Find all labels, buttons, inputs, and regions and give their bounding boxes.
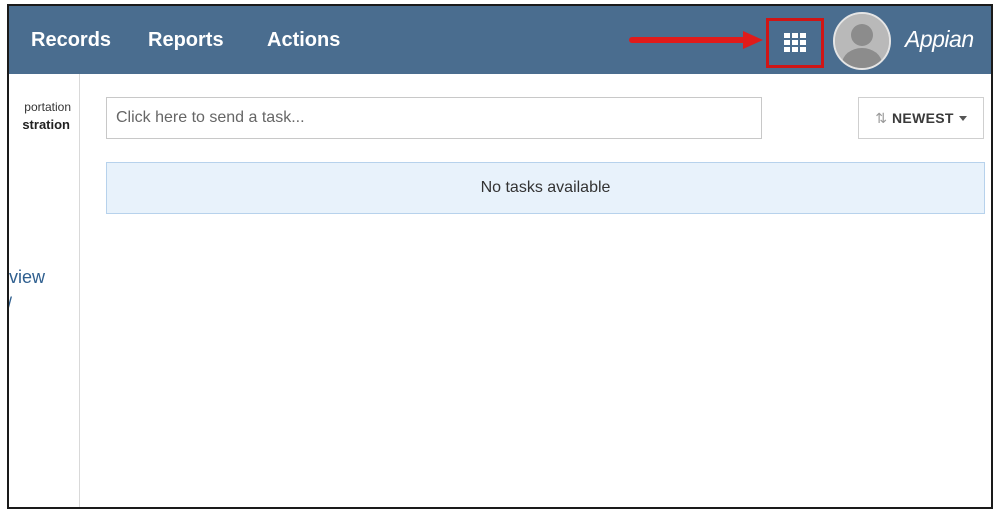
nav-reports[interactable]: Reports — [148, 29, 224, 52]
user-silhouette-icon — [835, 14, 889, 68]
nav-records[interactable]: Records — [31, 29, 111, 52]
sidebar-text-line1: portation — [24, 100, 71, 114]
left-sidebar: portation stration view / — [9, 74, 80, 507]
grid-icon — [784, 32, 806, 52]
empty-tasks-message: No tasks available — [480, 179, 611, 196]
annotation-arrow-shaft — [629, 37, 747, 43]
annotation-arrow-head — [743, 31, 763, 49]
appian-logo: Appian — [905, 26, 974, 52]
sort-arrows-icon: ⇅ — [875, 109, 888, 126]
sidebar-link-partial[interactable]: / — [9, 294, 12, 315]
caret-down-icon — [958, 115, 967, 121]
sort-newest-dropdown[interactable]: ⇅ NEWEST — [858, 97, 984, 139]
user-avatar[interactable] — [833, 12, 891, 70]
apps-navigation-button[interactable] — [778, 27, 812, 57]
sidebar-text-line2: stration — [22, 117, 70, 132]
sidebar-link-view[interactable]: view — [9, 267, 45, 288]
nav-actions[interactable]: Actions — [267, 29, 340, 52]
send-task-input[interactable] — [106, 97, 762, 139]
sort-label: NEWEST — [892, 110, 954, 126]
app-window: Records Reports Actions Appian portation… — [7, 4, 993, 509]
top-navigation-bar: Records Reports Actions Appian — [9, 6, 991, 74]
empty-tasks-panel: No tasks available — [106, 162, 985, 214]
